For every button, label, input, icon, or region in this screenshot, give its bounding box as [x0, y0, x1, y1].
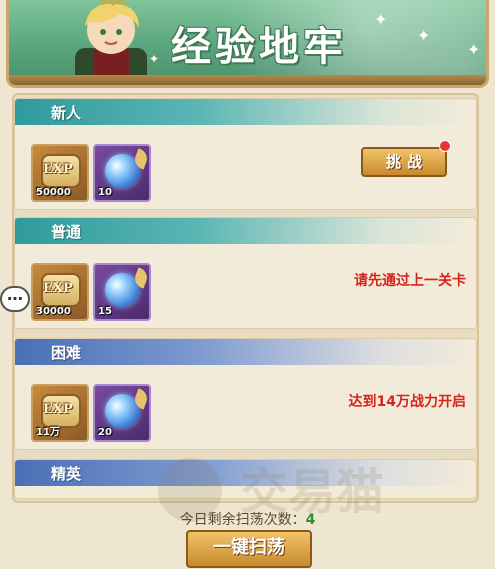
orb-reward-item[interactable]: 15: [93, 263, 151, 321]
locked-message: 达到14万战力开启: [348, 394, 466, 410]
exp-label: EXP: [43, 402, 73, 417]
chat-icon[interactable]: …: [0, 286, 30, 312]
item-count: 15: [98, 306, 112, 317]
sweep-label: 今日剩余扫荡次数：: [179, 512, 306, 528]
sparkle-icon: ✦: [374, 10, 388, 29]
item-count: 11万: [36, 427, 60, 438]
orb-reward-item[interactable]: 20: [93, 384, 151, 442]
dungeon-banner: 经验地牢 ✦ ✦ ✦ ✦: [6, 0, 489, 88]
dungeon-section-newbie: 新人 EXP 50000 10 挑战: [14, 98, 477, 210]
section-title: 普通: [51, 223, 82, 241]
section-header: 普通: [15, 218, 476, 244]
character-portrait: [75, 0, 147, 80]
section-header: 新人: [15, 99, 476, 125]
exp-label: EXP: [43, 162, 73, 177]
sweep-remaining: 今日剩余扫荡次数：4: [0, 509, 495, 529]
section-title: 新人: [51, 104, 82, 122]
banner-trim: [9, 75, 486, 85]
exp-reward-item[interactable]: EXP 11万: [31, 384, 89, 442]
dungeon-section-hard: 困难 EXP 11万 20 达到14万战力开启: [14, 338, 477, 450]
exp-reward-item[interactable]: EXP 50000: [31, 144, 89, 202]
exp-label: EXP: [43, 281, 73, 296]
one-click-sweep-button[interactable]: 一键扫荡: [186, 530, 312, 568]
sparkle-icon: ✦: [467, 40, 481, 59]
notification-dot: [439, 140, 451, 152]
item-count: 20: [98, 427, 112, 438]
item-count: 30000: [36, 306, 71, 317]
dungeon-section-elite: 精英: [14, 459, 477, 499]
section-header: 精英: [15, 460, 476, 486]
page-title: 经验地牢: [171, 23, 347, 70]
item-count: 10: [98, 187, 112, 198]
exp-reward-item[interactable]: EXP 30000: [31, 263, 89, 321]
sweep-count: 4: [305, 512, 316, 528]
section-title: 困难: [51, 344, 82, 362]
section-title: 精英: [51, 465, 82, 483]
sparkle-icon: ✦: [417, 26, 431, 45]
challenge-button[interactable]: 挑战: [361, 147, 447, 177]
item-count: 50000: [36, 187, 71, 198]
section-header: 困难: [15, 339, 476, 365]
locked-message: 请先通过上一关卡: [354, 273, 466, 289]
sparkle-icon: ✦: [149, 52, 160, 66]
orb-reward-item[interactable]: 10: [93, 144, 151, 202]
dungeon-section-normal: 普通 EXP 30000 15 请先通过上一关卡: [14, 217, 477, 329]
